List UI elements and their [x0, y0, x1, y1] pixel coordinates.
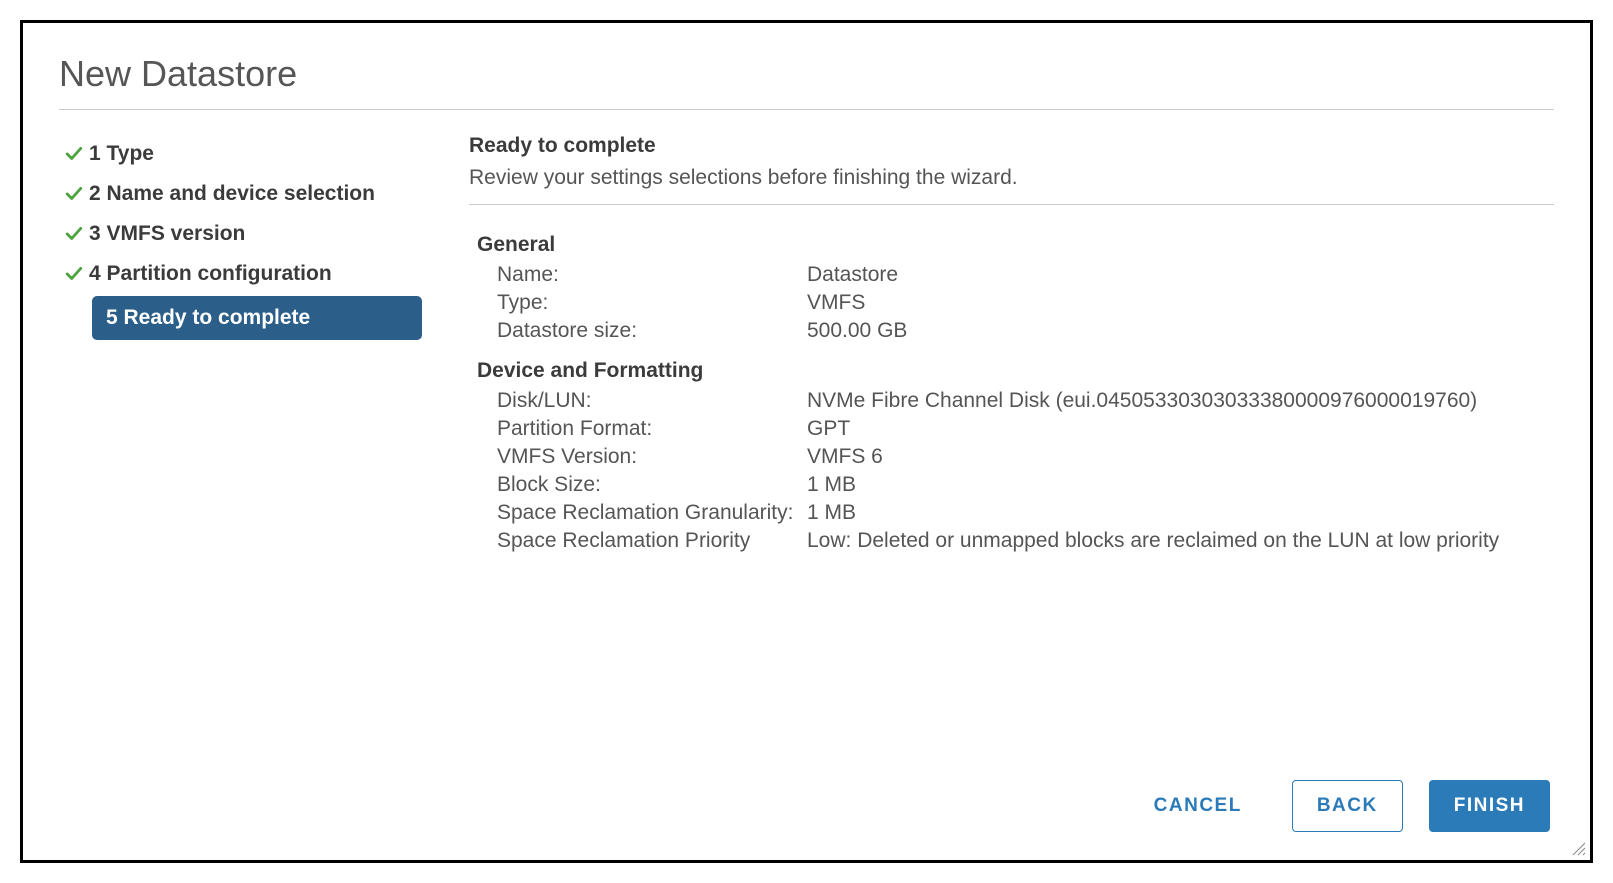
row-type: Type: VMFS: [497, 291, 1554, 315]
label-name: Name:: [497, 263, 807, 287]
label-disk: Disk/LUN:: [497, 389, 807, 413]
dialog-title: New Datastore: [59, 53, 1554, 95]
value-disk: NVMe Fibre Channel Disk (eui.04505330303…: [807, 389, 1554, 413]
value-type: VMFS: [807, 291, 1554, 315]
value-name: Datastore: [807, 263, 1554, 287]
row-partition-format: Partition Format: GPT: [497, 417, 1554, 441]
check-icon: [59, 265, 89, 283]
row-reclamation-priority: Space Reclamation Priority Low: Deleted …: [497, 529, 1554, 553]
content-subheading: Review your settings selections before f…: [469, 166, 1554, 190]
label-reclamation-granularity: Space Reclamation Granularity:: [497, 501, 807, 525]
finish-button[interactable]: FINISH: [1429, 780, 1550, 832]
label-type: Type:: [497, 291, 807, 315]
back-button[interactable]: BACK: [1292, 780, 1403, 832]
check-icon: [59, 225, 89, 243]
wizard-steps: 1 Type 2 Name and device selection 3 VMF…: [59, 128, 439, 762]
new-datastore-dialog: New Datastore 1 Type 2 Name and device s…: [20, 20, 1593, 863]
section-general-title: General: [477, 233, 1554, 257]
content-separator: [469, 204, 1554, 205]
step-2-name-device[interactable]: 2 Name and device selection: [59, 176, 439, 212]
resize-handle-icon[interactable]: [1570, 840, 1586, 856]
label-reclamation-priority: Space Reclamation Priority: [497, 529, 807, 553]
step-1-type[interactable]: 1 Type: [59, 136, 439, 172]
wizard-content: Ready to complete Review your settings s…: [439, 128, 1554, 762]
row-block-size: Block Size: 1 MB: [497, 473, 1554, 497]
cancel-button[interactable]: CANCEL: [1130, 781, 1266, 831]
label-size: Datastore size:: [497, 319, 807, 343]
check-icon: [59, 145, 89, 163]
row-name: Name: Datastore: [497, 263, 1554, 287]
value-reclamation-granularity: 1 MB: [807, 501, 1554, 525]
value-size: 500.00 GB: [807, 319, 1554, 343]
value-vmfs-version: VMFS 6: [807, 445, 1554, 469]
step-4-partition-config[interactable]: 4 Partition configuration: [59, 256, 439, 292]
check-icon: [59, 185, 89, 203]
row-disk: Disk/LUN: NVMe Fibre Channel Disk (eui.0…: [497, 389, 1554, 413]
value-reclamation-priority: Low: Deleted or unmapped blocks are recl…: [807, 529, 1554, 553]
value-partition-format: GPT: [807, 417, 1554, 441]
step-3-vmfs-version[interactable]: 3 VMFS version: [59, 216, 439, 252]
step-label: 3 VMFS version: [89, 222, 245, 246]
step-label: 2 Name and device selection: [89, 182, 375, 206]
step-5-ready-to-complete[interactable]: 5 Ready to complete: [92, 296, 422, 340]
section-device-title: Device and Formatting: [477, 359, 1554, 383]
label-partition-format: Partition Format:: [497, 417, 807, 441]
value-block-size: 1 MB: [807, 473, 1554, 497]
label-block-size: Block Size:: [497, 473, 807, 497]
dialog-footer: CANCEL BACK FINISH: [59, 762, 1554, 836]
content-heading: Ready to complete: [469, 134, 1554, 158]
label-vmfs-version: VMFS Version:: [497, 445, 807, 469]
row-reclamation-granularity: Space Reclamation Granularity: 1 MB: [497, 501, 1554, 525]
row-vmfs-version: VMFS Version: VMFS 6: [497, 445, 1554, 469]
step-label: 1 Type: [89, 142, 154, 166]
title-separator: [59, 109, 1554, 110]
step-label: 4 Partition configuration: [89, 262, 332, 286]
row-size: Datastore size: 500.00 GB: [497, 319, 1554, 343]
step-label: 5 Ready to complete: [106, 306, 310, 330]
